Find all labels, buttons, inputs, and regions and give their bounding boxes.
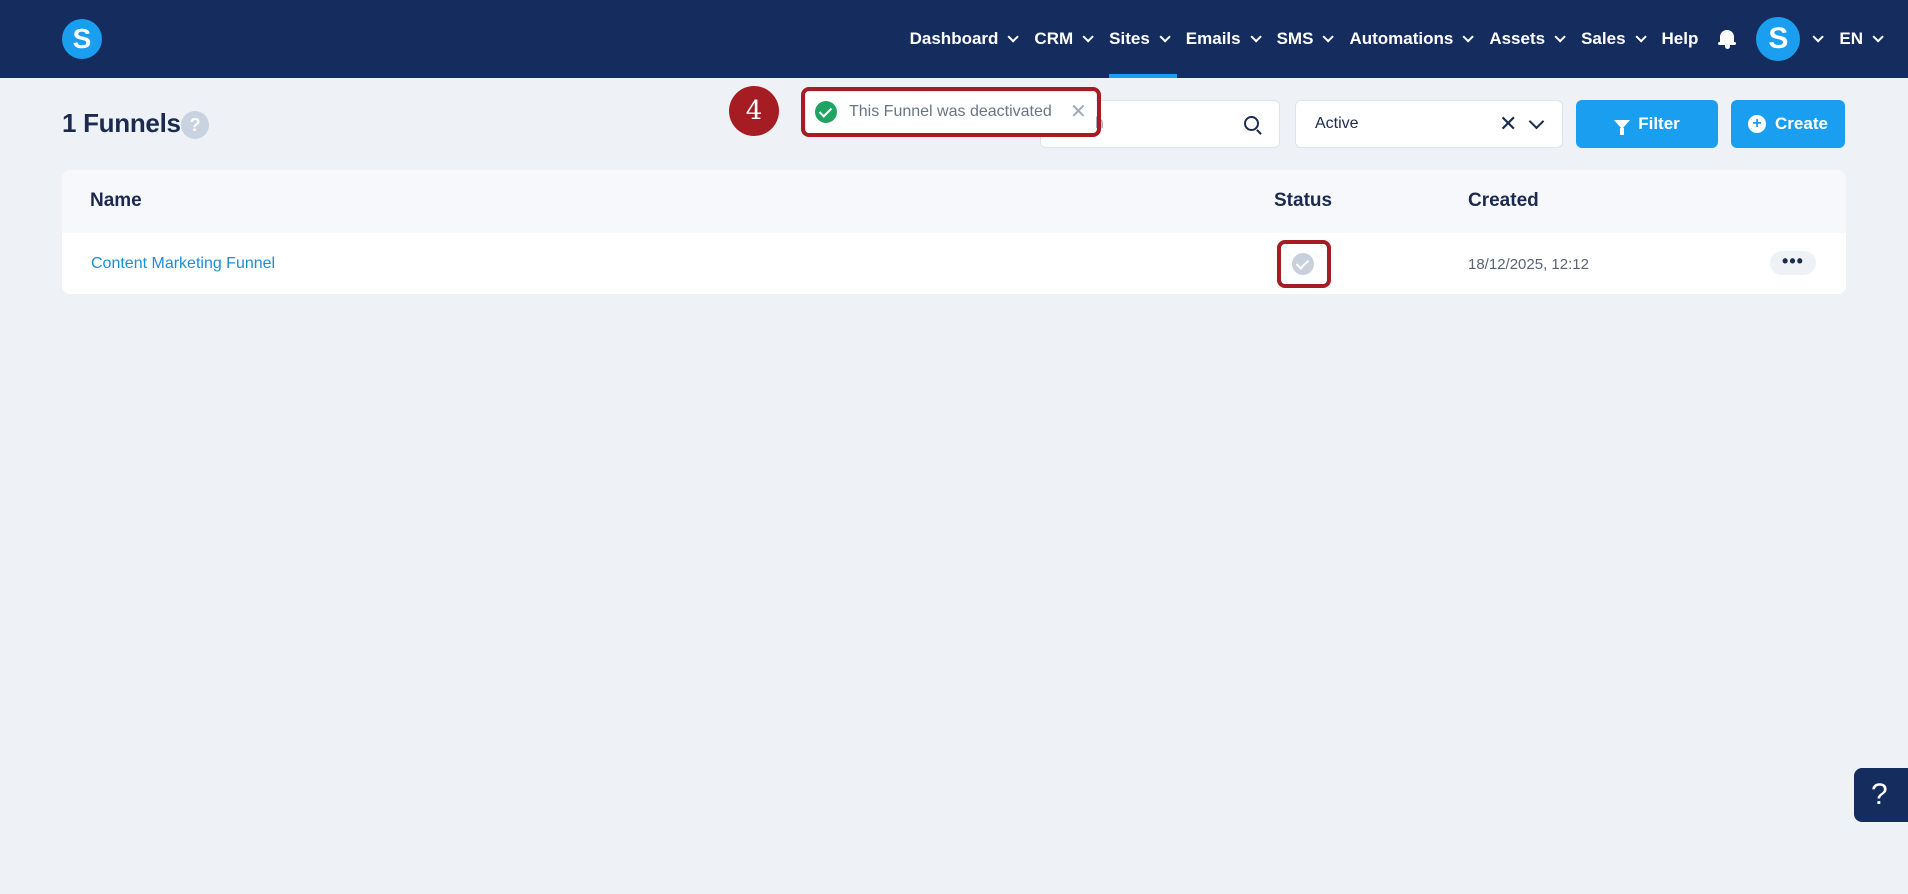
annotation-highlight-status [1277, 240, 1331, 288]
annotation-highlight-toast [801, 87, 1101, 137]
plus-circle-icon: + [1748, 115, 1767, 133]
nav-item-automations[interactable]: Automations [1349, 0, 1475, 78]
chevron-down-icon [1634, 31, 1647, 43]
help-widget-button[interactable]: ? [1854, 768, 1908, 822]
create-button[interactable]: + Create [1731, 100, 1845, 148]
nav-item-help[interactable]: Help [1662, 0, 1699, 78]
chevron-down-icon[interactable] [1528, 113, 1545, 130]
chevron-down-icon [1872, 31, 1884, 43]
status-filter-value: Active [1315, 115, 1359, 132]
chevron-down-icon [1082, 31, 1094, 43]
created-date: 18/12/2025, 12:12 [1468, 256, 1589, 273]
table-row: Content Marketing Funnel 18/12/2025, 12:… [62, 233, 1846, 294]
nav-item-label: Help [1661, 29, 1699, 48]
filter-button[interactable]: Filter [1576, 100, 1718, 148]
search-icon[interactable] [1244, 116, 1259, 131]
nav-item-label: Emails [1185, 29, 1241, 48]
nav-item-label: Dashboard [909, 29, 999, 48]
funnel-name-link[interactable]: Content Marketing Funnel [91, 255, 275, 273]
table-header: Name Status Created [62, 170, 1846, 233]
chevron-down-icon [1812, 31, 1825, 43]
column-header-name[interactable]: Name [90, 190, 142, 212]
nav-item-label: Automations [1349, 29, 1454, 48]
language-selector[interactable]: EN [1839, 0, 1884, 78]
nav-item-sales[interactable]: Sales [1581, 0, 1647, 78]
help-icon[interactable]: ? [181, 111, 209, 139]
brand-logo[interactable]: S [62, 19, 102, 59]
chevron-down-icon [1250, 31, 1262, 43]
main-nav: Dashboard CRM Sites Emails SMS Automatio… [910, 0, 1908, 78]
nav-item-sms[interactable]: SMS [1276, 0, 1335, 78]
filter-button-label: Filter [1638, 114, 1680, 133]
clear-icon[interactable]: ✕ [1499, 113, 1517, 135]
bell-icon[interactable] [1717, 29, 1737, 49]
chevron-down-icon [1462, 31, 1475, 43]
funnels-table: Name Status Created Content Marketing Fu… [62, 170, 1846, 294]
chevron-down-icon [1322, 31, 1335, 43]
nav-item-label: Sites [1109, 29, 1150, 48]
create-button-label: Create [1775, 114, 1828, 133]
nav-item-label: Assets [1489, 29, 1546, 48]
nav-item-crm[interactable]: CRM [1034, 0, 1094, 78]
chevron-down-icon [1159, 31, 1171, 43]
status-filter-select[interactable]: Active ✕ [1295, 100, 1563, 148]
top-navbar: S Dashboard CRM Sites Emails SMS Automat… [0, 0, 1908, 78]
chevron-down-icon [1554, 31, 1566, 43]
more-actions-button[interactable]: ••• [1770, 251, 1816, 275]
language-label: EN [1839, 29, 1863, 48]
step-number-badge: 4 [729, 86, 779, 136]
filter-icon [1614, 119, 1631, 135]
nav-item-label: Sales [1581, 29, 1626, 48]
column-header-created[interactable]: Created [1468, 190, 1539, 212]
nav-item-dashboard[interactable]: Dashboard [909, 0, 1020, 78]
nav-item-assets[interactable]: Assets [1489, 0, 1566, 78]
nav-item-label: SMS [1276, 29, 1314, 48]
nav-item-label: CRM [1034, 29, 1074, 48]
column-header-status[interactable]: Status [1274, 190, 1332, 212]
nav-item-emails[interactable]: Emails [1185, 0, 1262, 78]
user-menu[interactable]: S [1756, 17, 1825, 61]
avatar: S [1756, 17, 1801, 61]
page-title: 1 Funnels [62, 108, 181, 138]
chevron-down-icon [1007, 31, 1020, 43]
nav-item-sites[interactable]: Sites [1109, 0, 1177, 78]
